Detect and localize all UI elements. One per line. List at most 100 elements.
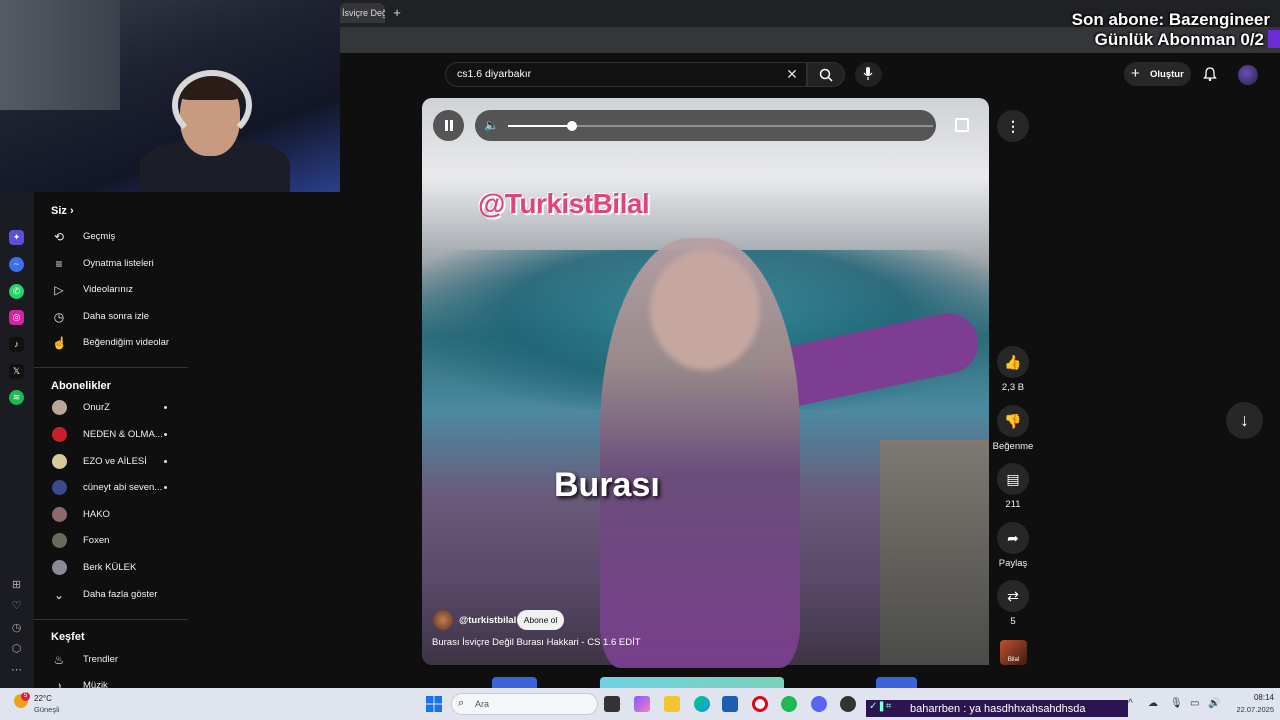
- messenger-icon[interactable]: ~: [9, 257, 24, 272]
- subscription-item[interactable]: Foxen: [34, 528, 194, 554]
- subscribe-button[interactable]: Abone ol: [517, 610, 564, 630]
- comments-button[interactable]: ▤: [997, 463, 1029, 495]
- sidebar-item-music[interactable]: ♪ Müzik: [34, 673, 194, 688]
- tray-chevron-icon[interactable]: ^: [1128, 698, 1133, 709]
- tray-network-icon[interactable]: ▭: [1190, 698, 1199, 709]
- like-button[interactable]: 👍: [997, 346, 1029, 378]
- clock-date[interactable]: 22.07.2025: [1228, 705, 1274, 714]
- video-blurred-face: [650, 250, 760, 370]
- trending-icon: ♨: [53, 653, 65, 667]
- channel-name[interactable]: @turkistbilal: [459, 615, 516, 626]
- box-icon[interactable]: ⬡: [10, 643, 23, 656]
- voice-search-button[interactable]: [855, 62, 882, 87]
- grid-icon[interactable]: ⊞: [10, 579, 23, 592]
- more-options-button[interactable]: ⋮: [997, 110, 1029, 142]
- subscriptions-heading: Abonelikler: [51, 380, 111, 392]
- subscription-item[interactable]: Berk KÜLEK: [34, 555, 194, 581]
- opera-icon[interactable]: [752, 696, 768, 712]
- taskbar-search-input[interactable]: [451, 693, 598, 715]
- close-icon[interactable]: ✕: [784, 66, 800, 82]
- thumb-up-icon: ☝: [52, 336, 67, 350]
- search-query[interactable]: cs1.6 diyarbakır: [457, 68, 531, 80]
- channel-avatar: [52, 454, 67, 469]
- sidebar-item-history[interactable]: ⟲ Geçmiş: [34, 224, 194, 250]
- channel-avatar: [52, 427, 67, 442]
- avatar[interactable]: [1238, 65, 1258, 85]
- chat-badge-icons: ✓❚⌗: [869, 701, 892, 712]
- sidebar-item-label: Trendler: [83, 654, 119, 665]
- subscription-label: HAKO: [83, 509, 110, 520]
- sound-thumbnail[interactable]: Bilal: [1000, 640, 1027, 665]
- whatsapp-icon[interactable]: ✆: [9, 284, 24, 299]
- like-count: 2,3 B: [1001, 382, 1025, 393]
- microphone-icon: [863, 67, 873, 80]
- browser-tab[interactable]: İsviçre Değil Bu: [340, 3, 385, 23]
- overlay-accent: [1268, 30, 1280, 48]
- subscription-item[interactable]: OnurZ: [34, 395, 194, 421]
- share-button[interactable]: ➦: [997, 522, 1029, 554]
- spotify-icon[interactable]: ≋: [9, 390, 24, 405]
- subscription-item[interactable]: EZO ve AİLESİ: [34, 449, 194, 475]
- sidebar-item-playlists[interactable]: ≡ Oynatma listeleri: [34, 251, 194, 277]
- tiktok-icon[interactable]: ♪: [9, 337, 24, 352]
- new-content-dot: [164, 486, 167, 489]
- app-icon[interactable]: [840, 696, 856, 712]
- headset: [172, 70, 252, 140]
- spotify-taskbar-icon[interactable]: [781, 696, 797, 712]
- discord-icon[interactable]: [811, 696, 827, 712]
- volume-icon[interactable]: 🔈: [484, 118, 499, 132]
- bell-icon[interactable]: [1202, 66, 1218, 82]
- share-label: Paylaş: [998, 558, 1028, 569]
- share-icon: ➦: [1007, 530, 1019, 546]
- copilot-icon[interactable]: [634, 696, 650, 712]
- sidebar-item-trending[interactable]: ♨ Trendler: [34, 647, 194, 673]
- weather-temperature[interactable]: 22°C: [34, 694, 52, 703]
- sidebar-item-watch-later[interactable]: ◷ Daha sonra izle: [34, 304, 194, 330]
- next-video-button[interactable]: ↓: [1226, 402, 1263, 439]
- channel-avatar: [52, 507, 67, 522]
- store-icon[interactable]: [722, 696, 738, 712]
- subscription-label: Foxen: [83, 535, 110, 546]
- channel-avatar: [52, 533, 67, 548]
- daily-subs-text: Günlük Abonman 0/2: [1094, 30, 1264, 49]
- heart-icon[interactable]: ♡: [10, 600, 23, 613]
- video-title[interactable]: Burası İsviçre Değil Burası Hakkari - CS…: [432, 637, 641, 648]
- new-tab-button[interactable]: +: [390, 6, 404, 20]
- channel-avatar[interactable]: [433, 610, 453, 630]
- subscription-item[interactable]: cüneyt abi seven...: [34, 475, 194, 501]
- divider: [34, 367, 188, 368]
- dislike-button[interactable]: 👎: [997, 405, 1029, 437]
- sidebar-item-liked-videos[interactable]: ☝ Beğendiğim videolar: [34, 330, 194, 356]
- app-icon-ai[interactable]: ✦: [9, 230, 24, 245]
- video-watermark: @TurkistBilal: [478, 188, 650, 219]
- next-thumbnail-peek: [492, 677, 537, 688]
- sidebar-item-label: Oynatma listeleri: [83, 258, 154, 269]
- edge-icon[interactable]: [694, 696, 710, 712]
- history-icon: ⟲: [53, 230, 65, 244]
- subscription-item[interactable]: HAKO: [34, 502, 194, 528]
- x-icon[interactable]: 𝕏: [9, 364, 24, 379]
- subscription-item[interactable]: NEDEN & OLMA...: [34, 422, 194, 448]
- instagram-icon[interactable]: ◎: [9, 310, 24, 325]
- tray-cloud-icon[interactable]: ☁: [1148, 698, 1158, 709]
- windows-start-icon[interactable]: [426, 696, 442, 712]
- tray-volume-icon[interactable]: 🔊: [1208, 698, 1220, 709]
- chevron-down-icon: ⌄: [53, 588, 65, 602]
- history-icon[interactable]: ◷: [10, 622, 23, 635]
- search-button[interactable]: [807, 62, 845, 87]
- search-icon: [819, 68, 833, 82]
- file-explorer-icon[interactable]: [664, 696, 680, 712]
- remix-button[interactable]: ⇄: [997, 580, 1029, 612]
- new-content-dot: [164, 406, 167, 409]
- thumb-up-icon: 👍: [1004, 354, 1022, 370]
- you-heading[interactable]: Siz ›: [51, 205, 74, 217]
- tray-mic-icon[interactable]: 🎙: [1170, 698, 1183, 709]
- clock-time[interactable]: 08:14: [1246, 693, 1274, 702]
- task-view-icon[interactable]: [604, 696, 620, 712]
- pause-button[interactable]: [433, 110, 464, 141]
- show-more-button[interactable]: ⌄ Daha fazla göster: [34, 582, 194, 608]
- sidebar-item-your-videos[interactable]: ▷ Videolarınız: [34, 277, 194, 303]
- volume-slider-handle[interactable]: [566, 121, 577, 131]
- more-icon[interactable]: ⋯: [10, 664, 23, 677]
- fullscreen-icon[interactable]: [955, 118, 969, 132]
